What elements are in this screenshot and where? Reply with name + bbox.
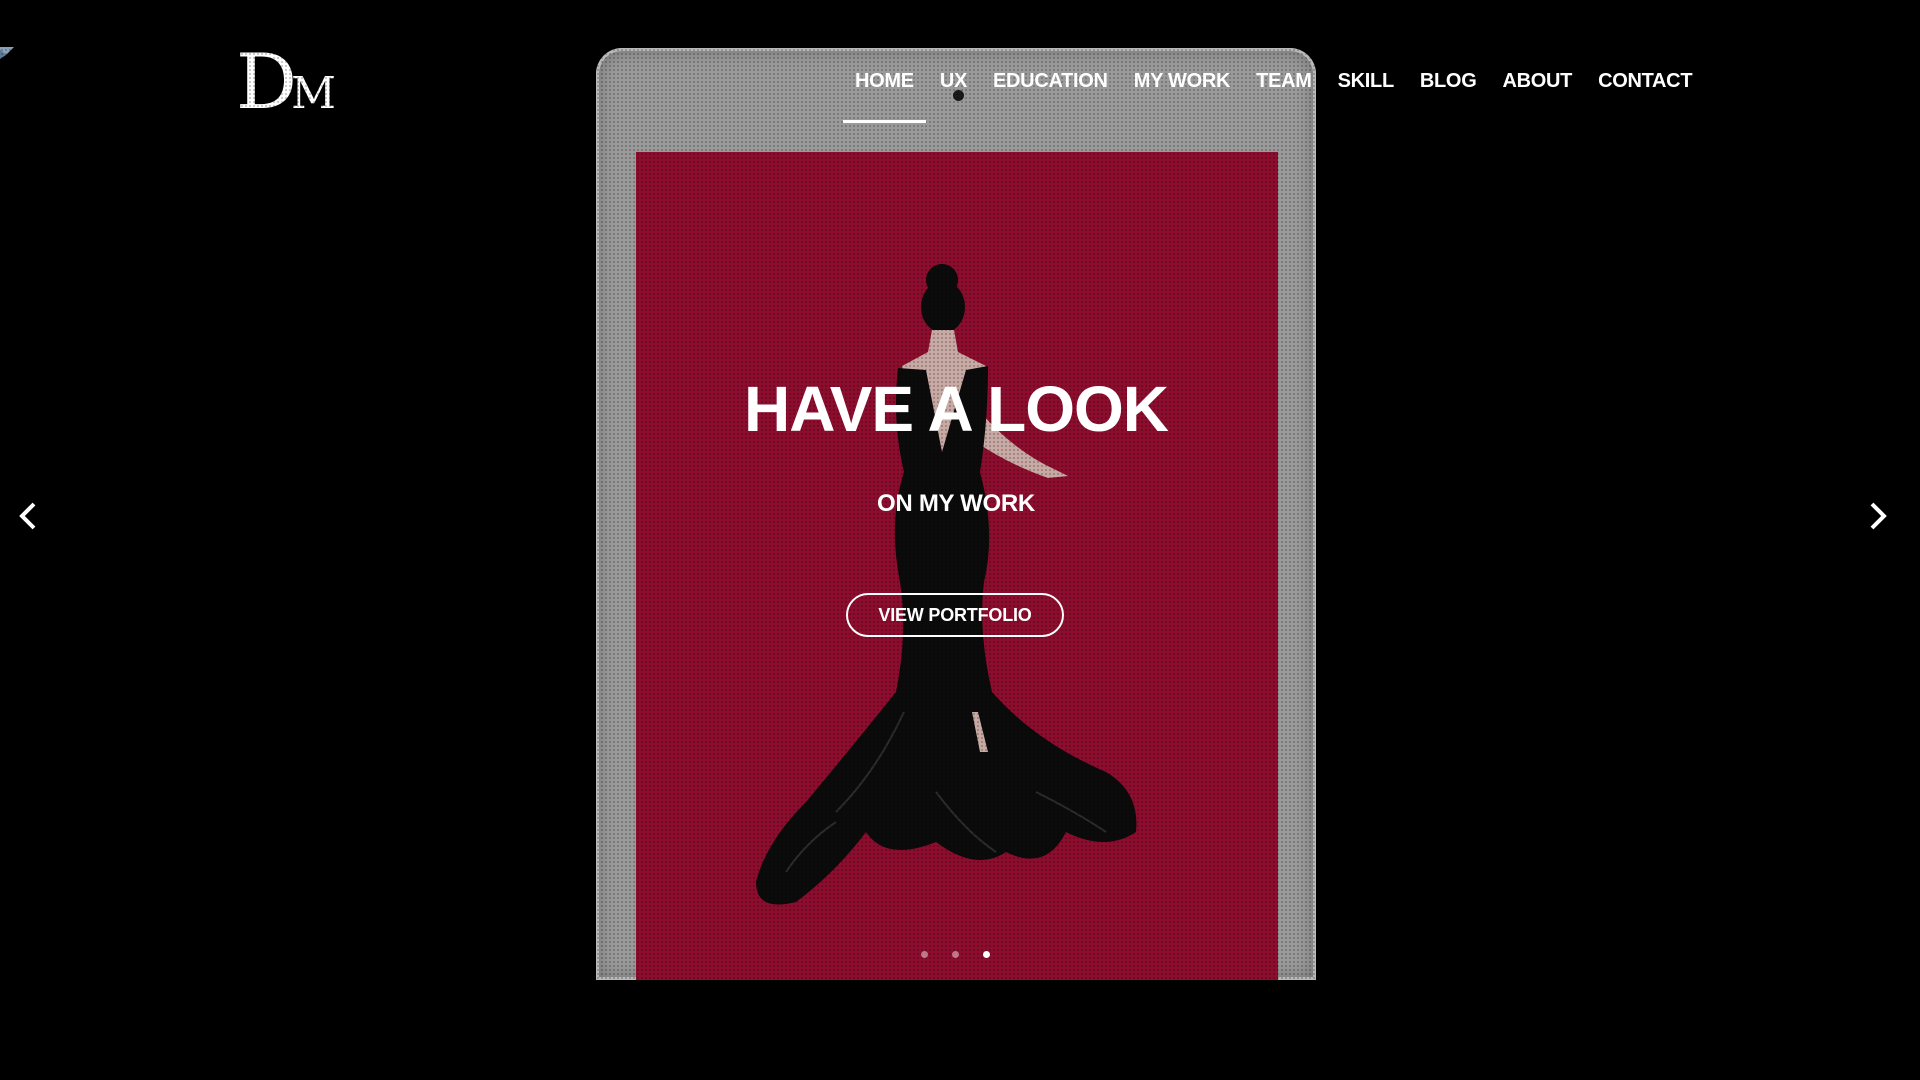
nav-item-contact[interactable]: CONTACT (1585, 70, 1705, 123)
tablet-screen (636, 152, 1278, 980)
carousel-dot-2[interactable] (952, 951, 959, 958)
hero-title: HAVE A LOOK (744, 373, 1169, 445)
view-portfolio-button[interactable]: VIEW PORTFOLIO (846, 593, 1064, 637)
hero-subtitle: ON MY WORK (877, 490, 1035, 517)
page: DM HOME UX EDUCATION MY WORK TEAM SKILL … (0, 0, 1920, 1080)
nav-item-education[interactable]: EDUCATION (980, 70, 1121, 123)
site-logo[interactable]: DM (236, 44, 336, 120)
carousel-prev-button[interactable] (8, 496, 48, 536)
chevron-left-icon (19, 502, 36, 530)
carousel-dot-3[interactable] (983, 951, 990, 958)
chevron-right-icon (1870, 502, 1887, 530)
carousel-next-button[interactable] (1858, 496, 1898, 536)
broken-image-icon (0, 47, 14, 59)
nav-item-about[interactable]: ABOUT (1489, 70, 1585, 123)
logo-letter-m: M (290, 68, 336, 119)
nav-item-team[interactable]: TEAM (1243, 70, 1324, 123)
dress-illustration (756, 264, 1137, 905)
logo-letter-d: D (236, 37, 297, 126)
nav-item-home[interactable]: HOME (842, 70, 927, 123)
main-nav: HOME UX EDUCATION MY WORK TEAM SKILL BLO… (842, 70, 1705, 123)
carousel-dots (921, 951, 990, 958)
nav-item-skill[interactable]: SKILL (1325, 70, 1407, 123)
nav-item-my-work[interactable]: MY WORK (1121, 70, 1243, 123)
nav-item-ux[interactable]: UX (927, 70, 980, 123)
carousel-dot-1[interactable] (921, 951, 928, 958)
nav-item-blog[interactable]: BLOG (1407, 70, 1490, 123)
